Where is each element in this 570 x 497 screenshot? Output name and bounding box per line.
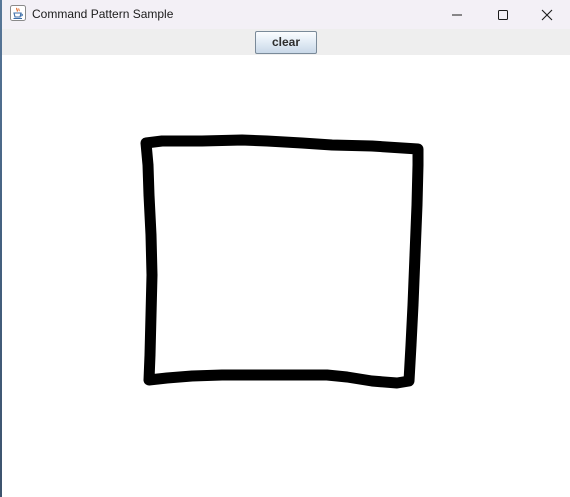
maximize-button[interactable]	[480, 0, 526, 29]
minimize-icon	[451, 9, 463, 21]
minimize-button[interactable]	[434, 0, 480, 29]
drawing-surface	[140, 134, 424, 389]
title-bar[interactable]: Command Pattern Sample	[2, 0, 570, 29]
drawing-canvas[interactable]	[2, 55, 570, 497]
close-button[interactable]	[524, 0, 570, 29]
app-window: Command Pattern Sample clear	[0, 0, 570, 497]
java-cup-icon	[10, 5, 26, 21]
toolbar: clear	[2, 29, 570, 55]
window-title: Command Pattern Sample	[32, 7, 174, 21]
clear-button[interactable]: clear	[255, 31, 317, 54]
close-icon	[541, 9, 553, 21]
drawn-stroke	[140, 134, 424, 389]
maximize-icon	[497, 9, 509, 21]
